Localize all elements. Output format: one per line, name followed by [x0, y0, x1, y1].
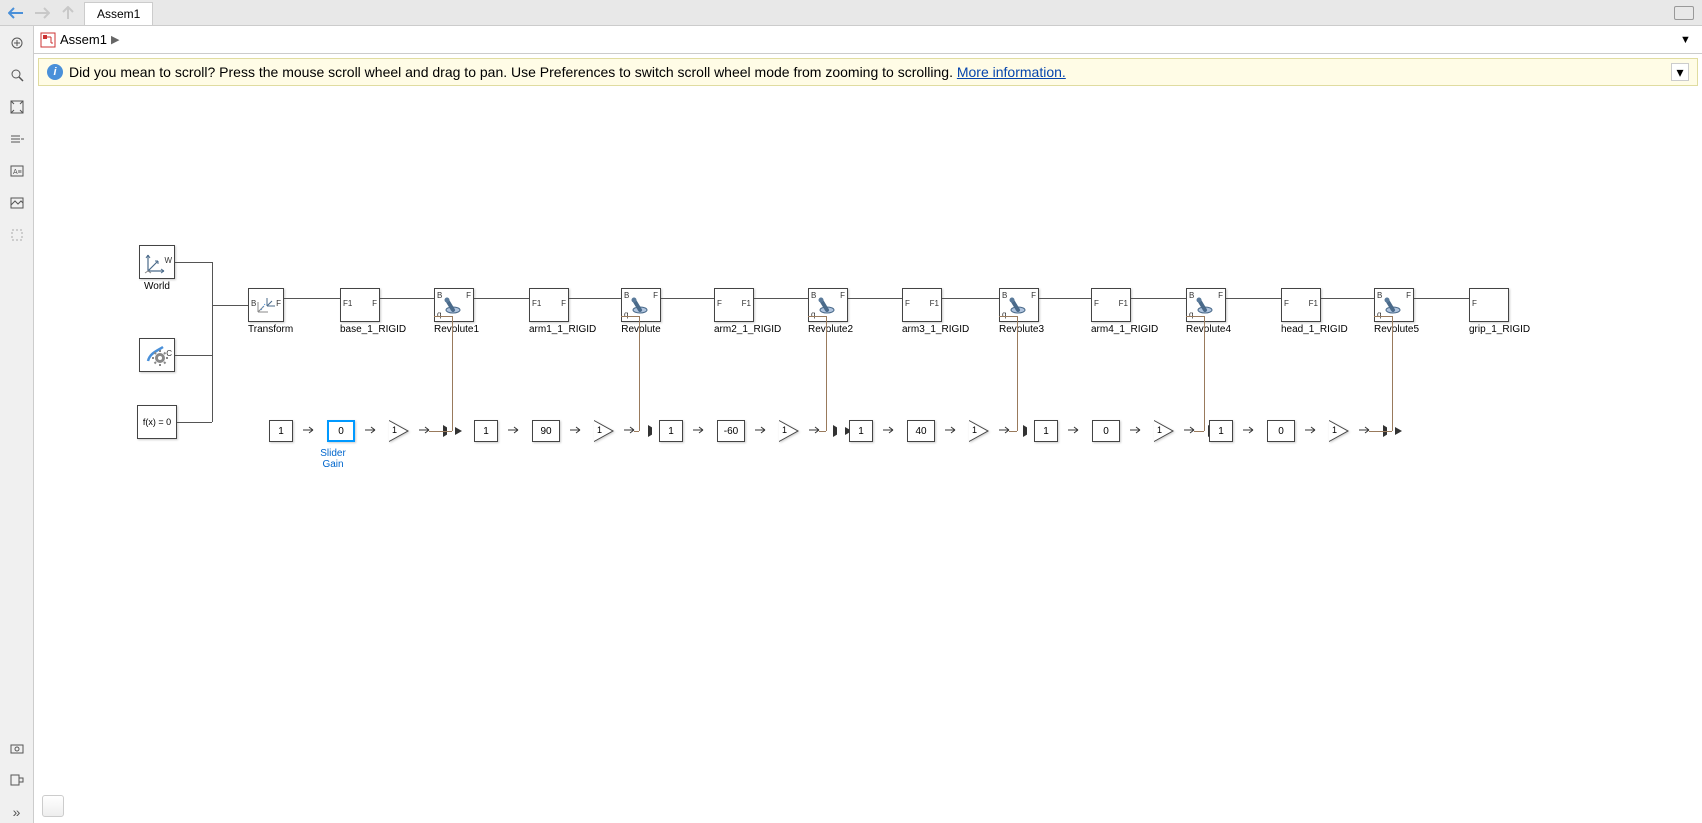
app-root: Assem1 A≡ » Assem1 ▶ ▼ i D [0, 0, 1702, 823]
fit-icon[interactable] [6, 96, 28, 118]
slider-gain-label: Slider Gain [313, 448, 353, 470]
model-tab[interactable]: Assem1 [84, 2, 153, 25]
breadcrumb-arrow-icon[interactable]: ▶ [111, 33, 119, 46]
revolute5-block[interactable]: BFqRevolute5 [1374, 288, 1419, 335]
annotations-icon[interactable]: A≡ [6, 160, 28, 182]
keyboard-icon[interactable] [1674, 6, 1694, 20]
canvas[interactable]: WWorld Cf(x) = 0 BFTransform F1Fbase_1_RIGI… [34, 90, 1702, 823]
image-icon[interactable] [6, 192, 28, 214]
gain-block[interactable]: 1 [389, 420, 409, 442]
screenshot-icon[interactable] [6, 737, 28, 759]
model-data-icon[interactable] [42, 795, 64, 817]
slider-gain-block[interactable]: 0 [1092, 420, 1120, 442]
breadcrumb: Assem1 ▶ ▼ [34, 26, 1702, 54]
constant-block[interactable]: 1 [269, 420, 293, 442]
signal-arrow [1243, 425, 1257, 438]
arm4-rigid-block[interactable]: FF1arm4_1_RIGID [1091, 288, 1158, 335]
area-icon[interactable] [6, 224, 28, 246]
sidebar: A≡ » [0, 26, 34, 823]
toggle-perspective-icon[interactable] [6, 128, 28, 150]
nav-arrows [0, 0, 84, 25]
signal-arrow [693, 425, 707, 438]
constant-block[interactable]: 1 [849, 420, 873, 442]
slider-gain-block[interactable]: 90 [532, 420, 560, 442]
transform-block[interactable]: BFTransform [248, 288, 293, 335]
main: A≡ » Assem1 ▶ ▼ i Did you mean to scroll… [0, 26, 1702, 823]
expand-icon[interactable]: » [6, 801, 28, 823]
slider-gain-block[interactable]: 0 [1267, 420, 1295, 442]
gain-block[interactable]: 1 [594, 420, 614, 442]
revolute2-block[interactable]: BFqRevolute2 [808, 288, 853, 335]
info-icon: i [47, 64, 63, 80]
slider-gain-block[interactable]: 0 [327, 420, 355, 442]
record-icon[interactable] [6, 769, 28, 791]
world-block[interactable]: WWorld [139, 245, 175, 292]
signal-arrow [1130, 425, 1144, 438]
content: Assem1 ▶ ▼ i Did you mean to scroll? Pre… [34, 26, 1702, 823]
arm3-rigid-block[interactable]: FF1arm3_1_RIGID [902, 288, 969, 335]
signal-arrow [365, 425, 379, 438]
signal-arrow [1305, 425, 1319, 438]
zoom-icon[interactable] [6, 64, 28, 86]
info-text: Did you mean to scroll? Press the mouse … [69, 64, 1066, 80]
solver-block[interactable]: f(x) = 0 [137, 405, 177, 439]
signal-arrow [570, 425, 584, 438]
arm2-rigid-block[interactable]: FF1arm2_1_RIGID [714, 288, 781, 335]
revolute1-block[interactable]: BFqRevolute1 [434, 288, 479, 335]
gain-block[interactable]: 1 [1154, 420, 1174, 442]
config-block[interactable]: C [139, 338, 175, 372]
grip-rigid-block[interactable]: Fgrip_1_RIGID [1469, 288, 1530, 335]
gain-block[interactable]: 1 [1329, 420, 1349, 442]
signal-arrow [945, 425, 959, 438]
revolute-block[interactable]: BFqRevolute [621, 288, 661, 335]
constant-block[interactable]: 1 [1209, 420, 1233, 442]
revolute4-block[interactable]: BFqRevolute4 [1186, 288, 1231, 335]
signal-arrow [508, 425, 522, 438]
bottom-toolbar [34, 789, 1702, 823]
slider-gain-block[interactable]: -60 [717, 420, 745, 442]
signal-arrow [1068, 425, 1082, 438]
gain-block[interactable]: 1 [779, 420, 799, 442]
svg-text:A≡: A≡ [13, 169, 22, 176]
signal-arrow [303, 425, 317, 438]
forward-button[interactable] [30, 3, 54, 23]
topbar: Assem1 [0, 0, 1702, 26]
breadcrumb-text[interactable]: Assem1 [60, 32, 107, 47]
constant-block[interactable]: 1 [1034, 420, 1058, 442]
back-button[interactable] [4, 3, 28, 23]
slider-gain-block[interactable]: 40 [907, 420, 935, 442]
constant-block[interactable]: 1 [474, 420, 498, 442]
head-rigid-block[interactable]: FF1head_1_RIGID [1281, 288, 1348, 335]
tab-label: Assem1 [97, 7, 140, 21]
hide-browser-icon[interactable] [6, 32, 28, 54]
constant-block[interactable]: 1 [659, 420, 683, 442]
breadcrumb-dropdown-icon[interactable]: ▼ [1680, 34, 1696, 46]
info-dropdown-icon[interactable]: ▾ [1671, 63, 1689, 81]
signal-arrow [883, 425, 897, 438]
up-button[interactable] [56, 3, 80, 23]
info-link[interactable]: More information. [957, 64, 1066, 80]
gain-block[interactable]: 1 [969, 420, 989, 442]
model-icon [40, 32, 56, 48]
revolute3-block[interactable]: BFqRevolute3 [999, 288, 1044, 335]
signal-arrow [755, 425, 769, 438]
arm1-rigid-block[interactable]: F1Farm1_1_RIGID [529, 288, 596, 335]
base-rigid-block[interactable]: F1Fbase_1_RIGID [340, 288, 406, 335]
info-bar: i Did you mean to scroll? Press the mous… [38, 58, 1698, 86]
